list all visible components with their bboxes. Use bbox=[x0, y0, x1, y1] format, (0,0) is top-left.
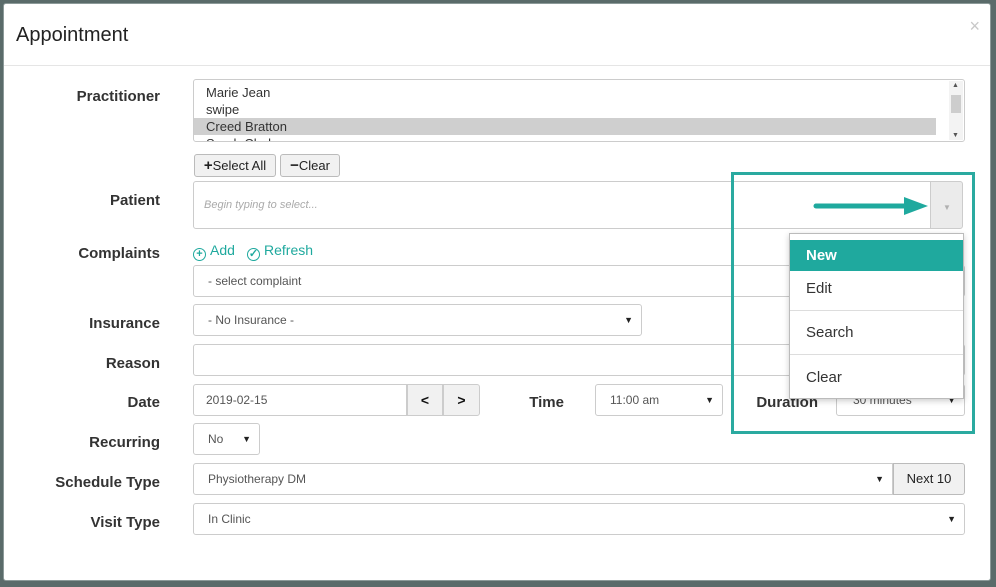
practitioner-option[interactable]: Marie Jean bbox=[194, 84, 936, 101]
date-label: Date bbox=[127, 394, 160, 411]
practitioner-option[interactable]: swipe bbox=[194, 101, 936, 118]
plus-circle-icon: + bbox=[193, 248, 206, 261]
close-icon[interactable]: × bbox=[969, 16, 980, 37]
refresh-complaints-link[interactable]: ✓ Refresh bbox=[247, 242, 313, 261]
select-all-button[interactable]: +Select All bbox=[194, 154, 276, 177]
schedule-type-label: Schedule Type bbox=[55, 474, 160, 491]
patient-label: Patient bbox=[109, 192, 160, 209]
clear-practitioners-button[interactable]: −Clear bbox=[280, 154, 340, 177]
recurring-label: Recurring bbox=[89, 434, 160, 451]
caret-down-icon: ▼ bbox=[624, 315, 633, 325]
practitioner-list[interactable]: Marie JeanswipeCreed BrattonSarah Clark … bbox=[193, 79, 965, 142]
visit-type-label: Visit Type bbox=[90, 514, 160, 531]
time-label: Time bbox=[529, 394, 564, 411]
practitioner-items: Marie JeanswipeCreed BrattonSarah Clark bbox=[194, 80, 964, 141]
check-circle-icon: ✓ bbox=[247, 248, 260, 261]
visit-type-select[interactable]: In Clinic ▼ bbox=[193, 503, 965, 535]
add-complaint-link[interactable]: + Add bbox=[193, 242, 235, 261]
practitioner-option[interactable]: Creed Bratton bbox=[194, 118, 936, 135]
schedule-type-select[interactable]: Physiotherapy DM ▼ bbox=[193, 463, 893, 495]
modal-header: Appointment × bbox=[4, 4, 990, 66]
minus-icon: − bbox=[290, 157, 299, 174]
practitioner-scrollbar[interactable]: ▲ ▼ bbox=[949, 81, 963, 140]
reason-label: Reason bbox=[105, 355, 160, 372]
caret-down-icon: ▼ bbox=[242, 434, 251, 444]
insurance-label: Insurance bbox=[89, 315, 160, 332]
recurring-select[interactable]: No ▼ bbox=[193, 423, 260, 455]
arrow-right-icon bbox=[813, 197, 928, 215]
practitioner-label: Practitioner bbox=[76, 88, 160, 105]
complaints-label: Complaints bbox=[78, 245, 160, 262]
insurance-select[interactable]: - No Insurance - ▼ bbox=[193, 304, 642, 336]
caret-down-icon: ▼ bbox=[947, 514, 956, 524]
plus-icon: + bbox=[203, 157, 213, 174]
modal-title: Appointment bbox=[16, 24, 129, 46]
appointment-modal: Appointment × Practitioner Marie Jean swi… bbox=[3, 3, 991, 581]
practitioner-option[interactable]: Sarah Clark bbox=[194, 135, 936, 141]
caret-down-icon: ▼ bbox=[875, 474, 884, 484]
date-input[interactable]: 2019-02-15 bbox=[193, 384, 407, 416]
next-10-button[interactable]: Next 10 bbox=[893, 463, 965, 495]
